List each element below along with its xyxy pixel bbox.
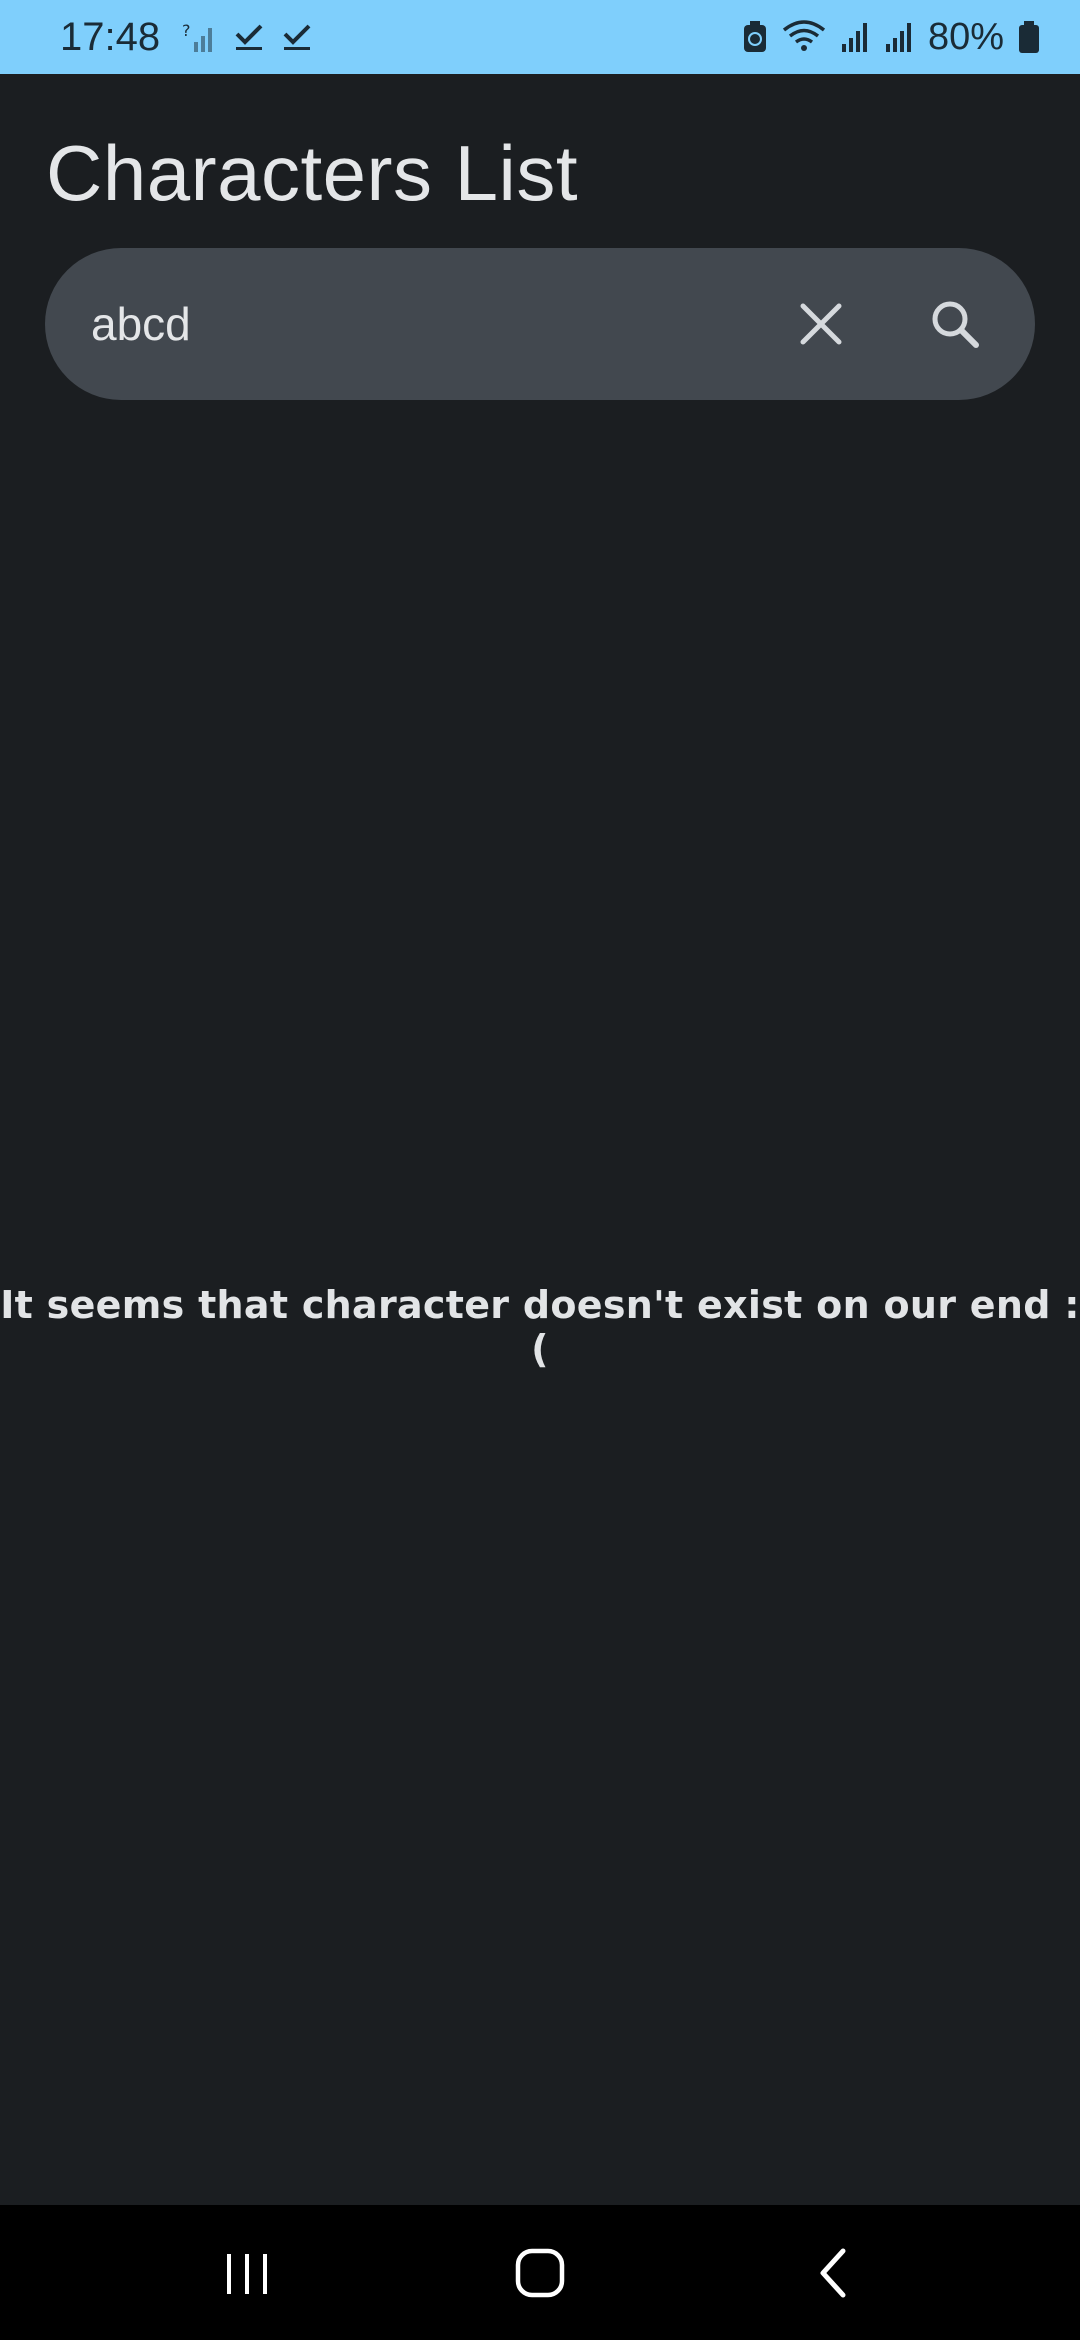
search-input[interactable] bbox=[91, 248, 781, 400]
navigation-bar bbox=[0, 2205, 1080, 2340]
battery-saver-icon bbox=[742, 20, 768, 54]
battery-percent: 80% bbox=[927, 15, 1004, 58]
home-icon bbox=[515, 2248, 565, 2297]
status-left: 17:48 ? bbox=[60, 15, 330, 60]
search-bar bbox=[45, 248, 1035, 400]
close-icon bbox=[800, 303, 842, 345]
search-button[interactable] bbox=[915, 284, 995, 364]
search-icon bbox=[932, 301, 979, 348]
check-icon bbox=[234, 22, 264, 52]
battery-icon bbox=[1018, 20, 1040, 54]
signal-icon bbox=[884, 20, 914, 54]
back-icon bbox=[820, 2248, 846, 2297]
status-time: 17:48 bbox=[60, 14, 161, 59]
svg-text:?: ? bbox=[182, 21, 191, 40]
wifi-icon bbox=[782, 20, 826, 54]
app-screen: 17:48 ? 80% Characters List abcd It seem… bbox=[0, 0, 1080, 2340]
clear-search-button[interactable] bbox=[781, 284, 861, 364]
home-button[interactable] bbox=[490, 2223, 590, 2323]
status-right: 80% bbox=[728, 16, 1040, 59]
status-bar: 17:48 ? 80% bbox=[0, 0, 1080, 74]
signal-unknown-icon: ? bbox=[182, 20, 216, 54]
signal-icon bbox=[840, 20, 870, 54]
page-title: Characters List bbox=[46, 129, 579, 217]
recents-button[interactable] bbox=[197, 2223, 297, 2323]
back-button[interactable] bbox=[783, 2223, 883, 2323]
empty-results-message: It seems that character doesn't exist on… bbox=[0, 1283, 1080, 1371]
recents-icon bbox=[226, 2253, 267, 2294]
check-icon bbox=[282, 22, 312, 52]
